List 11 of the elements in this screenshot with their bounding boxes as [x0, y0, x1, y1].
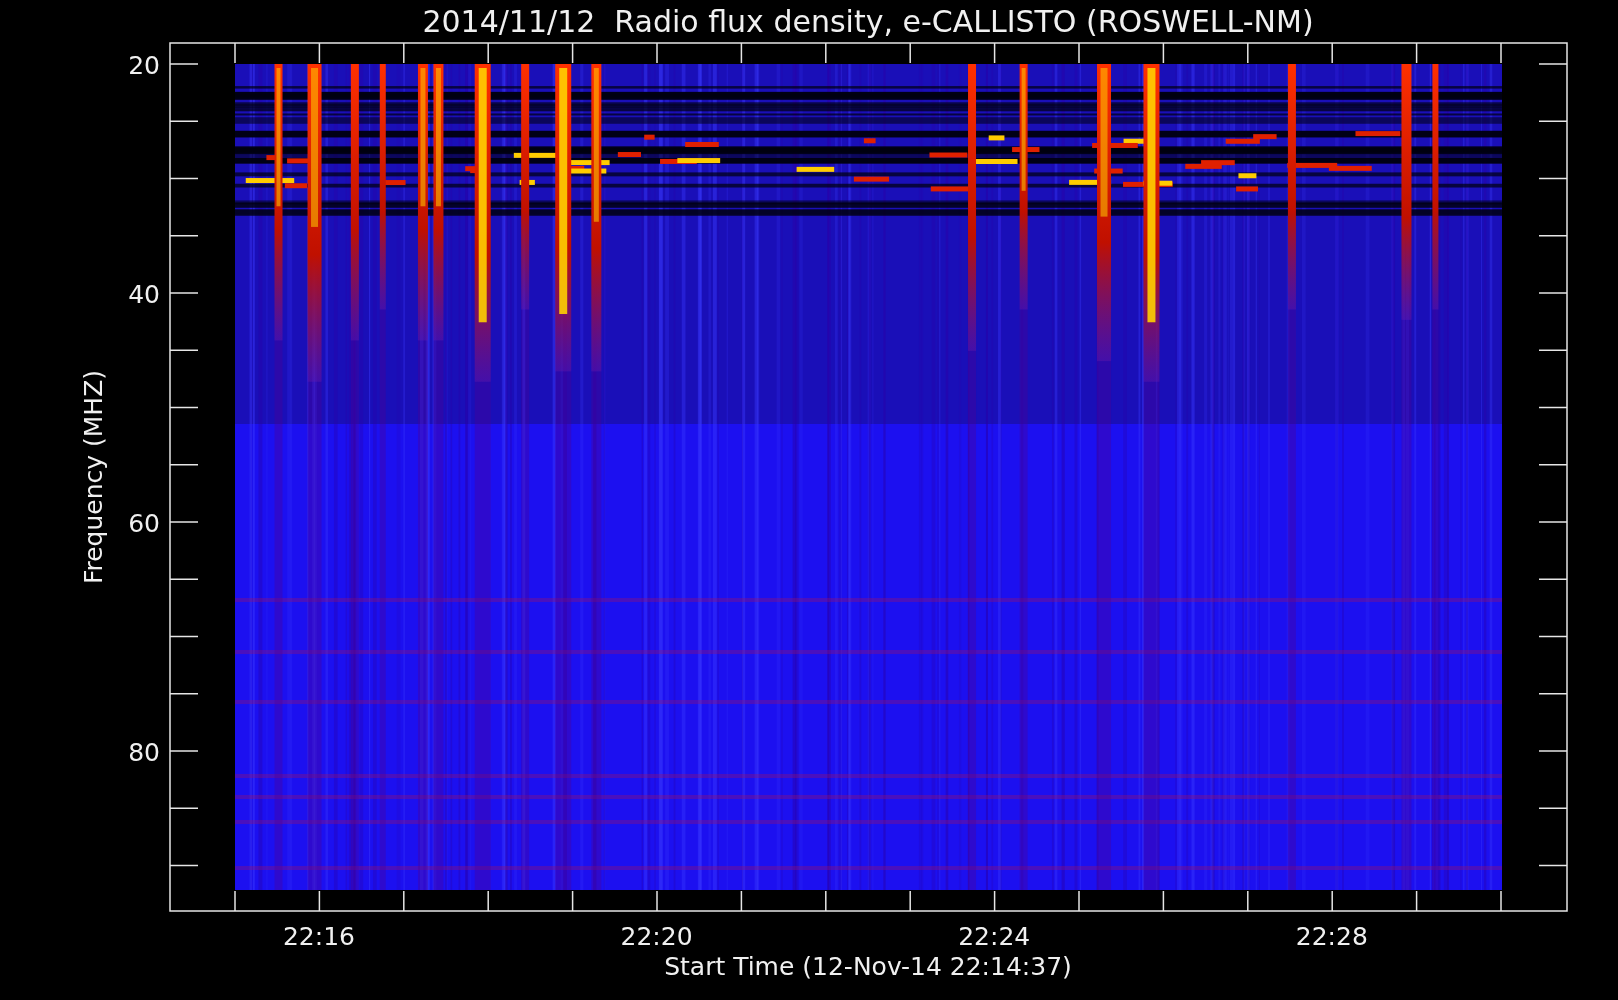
chart-title: 2014/11/12 Radio flux density, e-CALLISTO (ROSWELL-NM) — [422, 4, 1314, 39]
x-tick-label: 22:16 — [283, 922, 355, 951]
y-tick-label: 80 — [128, 738, 160, 767]
y-tick-label: 40 — [128, 280, 160, 309]
y-tick-label: 60 — [128, 509, 160, 538]
x-axis-label: Start Time (12-Nov-14 22:14:37) — [664, 952, 1072, 981]
x-tick-label: 22:28 — [1295, 922, 1368, 951]
x-tick-label: 22:20 — [620, 922, 693, 951]
y-axis-label: Frequency (MHZ) — [79, 369, 108, 585]
x-tick-label: 22:24 — [958, 922, 1031, 951]
y-tick-label: 20 — [128, 51, 160, 80]
